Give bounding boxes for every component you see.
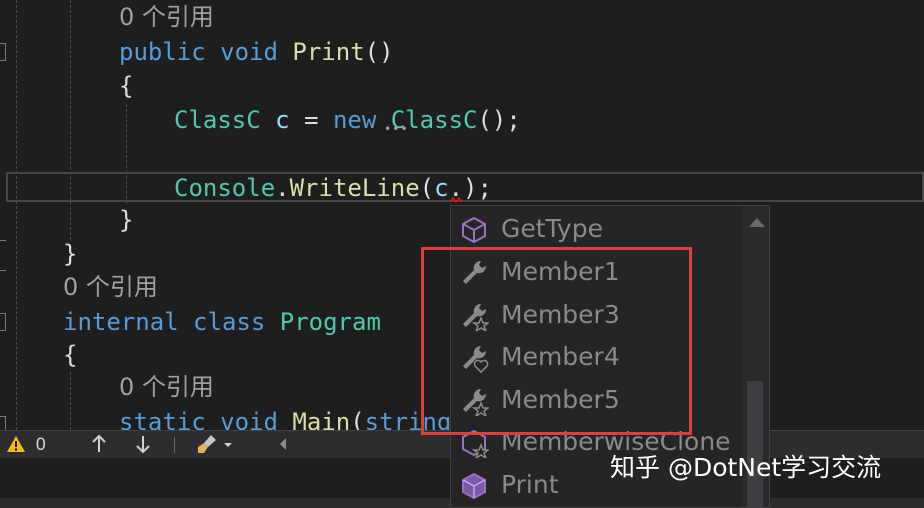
watermark: 知乎 @DotNet学习交流 xyxy=(610,453,882,482)
indent-guide xyxy=(70,372,71,430)
scroll-left-button[interactable] xyxy=(278,431,288,459)
arrow-up-icon xyxy=(92,434,106,452)
completion-item-label: Print xyxy=(501,470,559,499)
annotation-highlight-box xyxy=(421,247,692,435)
outline-end-marker xyxy=(0,240,6,241)
keyword: static xyxy=(119,408,206,430)
keyword: void xyxy=(220,38,278,66)
punctuation: ( xyxy=(350,408,365,430)
separator xyxy=(174,437,175,453)
codelens-references[interactable]: 0 个引用 xyxy=(63,270,158,304)
chevron-down-icon xyxy=(224,443,233,447)
code-line-brace: { xyxy=(119,72,134,100)
brush-icon xyxy=(198,435,216,453)
error-squiggle xyxy=(450,197,462,203)
keyword: class xyxy=(193,308,266,336)
arrow-down-icon xyxy=(136,436,150,454)
code-line-program-declaration: internal class Program xyxy=(63,305,381,339)
variable: c xyxy=(275,106,290,134)
code-line-console[interactable]: Console.WriteLine(c.); xyxy=(174,171,492,205)
punctuation: . xyxy=(275,174,290,202)
type-name: ClassC xyxy=(174,106,261,134)
code-line-brace: { xyxy=(63,341,78,369)
previous-issue-button[interactable] xyxy=(90,431,108,459)
keyword: new xyxy=(332,106,377,134)
code-line-brace: } xyxy=(63,240,78,268)
outline-end-marker xyxy=(0,270,6,271)
code-line-print-declaration: public void Print() xyxy=(119,35,394,69)
type-name: Program xyxy=(279,308,381,336)
keyword: public xyxy=(119,38,206,66)
warning-indicator[interactable]: 0 xyxy=(6,431,46,459)
next-issue-button[interactable] xyxy=(134,431,152,459)
warning-icon xyxy=(7,436,25,452)
suggestion-dots[interactable]: ••• xyxy=(384,123,408,135)
method-cube-icon xyxy=(462,472,486,500)
indent-guide xyxy=(70,0,71,240)
variable: c xyxy=(434,174,449,202)
outline-collapse-marker[interactable] xyxy=(0,43,6,61)
keyword: internal xyxy=(63,308,179,336)
method-cube-icon xyxy=(462,216,486,244)
keyword: void xyxy=(220,408,278,430)
completion-item-label: GetType xyxy=(501,214,603,243)
operator: = xyxy=(304,106,319,134)
code-cleanup-button[interactable] xyxy=(196,431,233,459)
code-line-brace: } xyxy=(119,206,134,234)
punctuation: (); xyxy=(477,106,521,134)
warning-count: 0 xyxy=(35,435,47,455)
outline-collapse-marker[interactable] xyxy=(0,416,6,430)
chevron-left-icon xyxy=(280,438,286,450)
scrollbar-thumb[interactable] xyxy=(747,381,763,507)
type-name: Console xyxy=(174,174,276,202)
indent-guide xyxy=(16,0,17,430)
method-name: WriteLine xyxy=(289,174,420,202)
completion-item[interactable]: GetType xyxy=(451,208,741,250)
scroll-up-icon[interactable] xyxy=(749,218,765,227)
method-name: Main xyxy=(292,408,351,430)
codelens-references[interactable]: 0 个引用 xyxy=(119,0,214,34)
punctuation: () xyxy=(364,38,394,66)
codelens-references[interactable]: 0 个引用 xyxy=(119,370,214,404)
punctuation: ( xyxy=(419,174,435,202)
code-line-classc: ClassC c = new ClassC(); xyxy=(174,103,521,137)
method-name: Print xyxy=(292,38,365,66)
outline-collapse-marker[interactable] xyxy=(0,313,6,331)
